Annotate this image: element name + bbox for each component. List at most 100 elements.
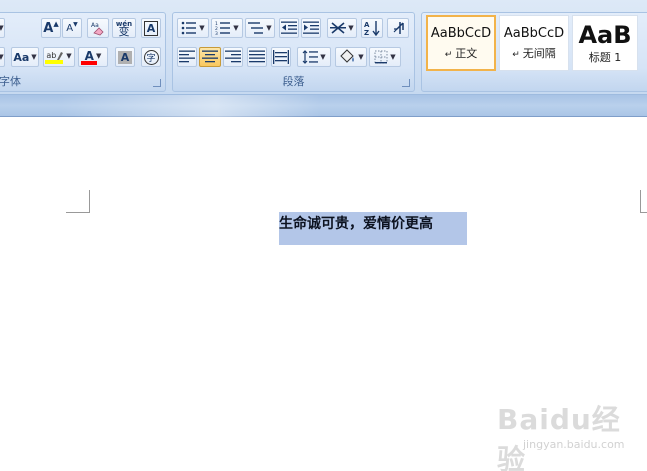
margin-corner-mark-right <box>640 190 647 213</box>
text-highlight-button[interactable]: ab ▼ <box>43 47 75 67</box>
grow-font-icon: A <box>43 20 54 36</box>
phonetic-char: 变 <box>118 25 130 38</box>
pilcrow-icon <box>393 22 404 34</box>
margin-corner-mark-left <box>66 190 90 213</box>
decrease-indent-icon <box>281 21 297 34</box>
chevron-down-icon: ▼ <box>390 53 396 61</box>
font-color-button[interactable]: A ▼ <box>78 47 108 67</box>
align-center-button[interactable] <box>199 47 221 67</box>
change-case-icon: Aa <box>13 50 30 64</box>
font-group: ▼ A ▲ A ▼ Aa wén 变 A ▼ Aa ▼ ab ▼ A ▼ A 字… <box>0 12 166 92</box>
shrink-font-icon: A <box>66 22 74 34</box>
paragraph-dialog-launcher-icon[interactable] <box>402 79 410 87</box>
svg-text:Aa: Aa <box>91 22 99 29</box>
chevron-down-icon: ▼ <box>66 51 72 60</box>
align-center-icon <box>202 50 218 63</box>
paragraph-group: ▼ 1 2 3 ▼ ▼ ▼ A Z ▼ ▼ ▼ 段落 <box>172 12 415 92</box>
style-name: ↵ 正文 <box>445 45 478 61</box>
paragraph-mark-icon: ↵ <box>444 49 453 60</box>
chevron-down-icon: ▼ <box>348 24 354 32</box>
svg-text:3: 3 <box>215 31 218 35</box>
borders-button[interactable]: ▼ <box>369 47 401 67</box>
chevron-down-icon: ▼ <box>31 53 37 61</box>
shrink-font-button[interactable]: A ▼ <box>62 18 82 38</box>
distributed-button[interactable] <box>271 47 291 67</box>
style-name-text: 无间隔 <box>522 46 556 60</box>
change-case-button[interactable]: Aa ▼ <box>11 47 39 67</box>
align-right-icon <box>225 50 241 63</box>
style-sample: AaB <box>578 21 632 49</box>
numbering-button[interactable]: 1 2 3 ▼ <box>211 18 243 38</box>
style-name-text: 正文 <box>455 46 478 60</box>
clear-formatting-button[interactable]: Aa <box>87 18 109 38</box>
character-shading-button[interactable]: A <box>115 47 135 67</box>
ribbon-glare <box>60 95 320 117</box>
ribbon: ▼ A ▲ A ▼ Aa wén 变 A ▼ Aa ▼ ab ▼ A ▼ A 字… <box>0 0 647 95</box>
style-heading-1[interactable]: AaB 标题 1 <box>572 15 638 71</box>
asian-layout-icon <box>330 22 347 34</box>
style-name-text: 标题 1 <box>588 51 622 64</box>
multilevel-list-button[interactable]: ▼ <box>245 18 275 38</box>
line-spacing-button[interactable]: ▼ <box>297 47 331 67</box>
paint-bucket-icon <box>340 49 355 63</box>
character-shading-icon: A <box>117 50 133 64</box>
sort-az-icon: A Z <box>364 21 380 36</box>
bullet-list-icon <box>181 21 197 35</box>
chevron-down-icon: ▼ <box>233 24 239 32</box>
align-left-button[interactable] <box>177 47 197 67</box>
watermark-url: jingyan.baidu.com <box>523 438 625 451</box>
show-formatting-marks-button[interactable] <box>387 18 409 38</box>
enclose-characters-button[interactable]: 字 <box>141 47 161 67</box>
sort-button[interactable]: A Z <box>361 18 383 38</box>
chevron-down-icon: ▼ <box>320 53 326 61</box>
font-dialog-launcher-icon[interactable] <box>153 79 161 87</box>
styles-gallery: AaBbCcD ↵ 正文 AaBbCcD ↵ 无间隔 AaB 标题 1 <box>426 15 647 73</box>
chevron-down-icon: ▼ <box>199 24 205 32</box>
font-group-label: 字体 <box>0 75 21 88</box>
justify-button[interactable] <box>247 47 267 67</box>
style-sample: AaBbCcD <box>503 25 565 41</box>
numbered-list-icon: 1 2 3 <box>215 21 231 35</box>
chevron-down-icon: ▼ <box>0 24 4 32</box>
decrease-indent-button[interactable] <box>279 18 299 38</box>
ribbon-bottom-edge <box>0 95 647 117</box>
baidu-watermark: Baidu经验 jingyan.baidu.com <box>497 398 637 471</box>
document-page[interactable]: 生命诚可贵，爱情价更高 Baidu经验 jingyan.baidu.com <box>0 118 647 471</box>
style-sample: AaBbCcD <box>430 25 492 41</box>
distributed-icon <box>273 50 289 64</box>
increase-indent-button[interactable] <box>301 18 321 38</box>
chevron-down-icon: ▼ <box>0 53 4 61</box>
chevron-down-icon: ▼ <box>266 24 272 32</box>
watermark-logo: Baidu经验 <box>497 403 621 471</box>
style-name: ↵ 无间隔 <box>512 45 556 61</box>
border-icon <box>374 50 388 64</box>
shading-button[interactable]: ▼ <box>335 47 367 67</box>
eraser-icon: Aa <box>91 22 104 36</box>
style-no-spacing[interactable]: AaBbCcD ↵ 无间隔 <box>499 15 569 71</box>
grow-font-button[interactable]: A ▲ <box>41 18 61 38</box>
align-right-button[interactable] <box>223 47 243 67</box>
increase-indent-icon <box>303 21 319 34</box>
character-border-button[interactable]: A <box>141 18 161 38</box>
phonetic-guide-button[interactable]: wén 变 <box>112 18 136 38</box>
arrow-down-icon: ▼ <box>73 20 78 28</box>
character-border-icon: A <box>143 20 159 36</box>
multilevel-list-icon <box>248 22 264 34</box>
font-size-dropdown[interactable]: ▼ <box>0 18 5 38</box>
paragraph-mark-icon: ↵ <box>512 49 520 60</box>
align-left-icon <box>179 50 195 63</box>
highlight-color-swatch <box>45 59 63 64</box>
chevron-down-icon: ▼ <box>358 53 364 61</box>
line-spacing-icon <box>302 50 319 64</box>
paragraph-group-label: 段落 <box>282 75 305 88</box>
arrow-up-icon: ▲ <box>53 20 59 28</box>
asian-layout-button[interactable]: ▼ <box>327 18 357 38</box>
svg-text:A: A <box>364 21 370 29</box>
bullets-button[interactable]: ▼ <box>177 18 209 38</box>
chevron-down-icon: ▼ <box>95 52 102 60</box>
style-normal[interactable]: AaBbCcD ↵ 正文 <box>426 15 496 71</box>
selected-text[interactable]: 生命诚可贵，爱情价更高 <box>279 212 467 245</box>
font-color-swatch <box>81 61 97 65</box>
font-dropdown-arrow[interactable]: ▼ <box>0 47 5 67</box>
justify-icon <box>249 50 265 63</box>
